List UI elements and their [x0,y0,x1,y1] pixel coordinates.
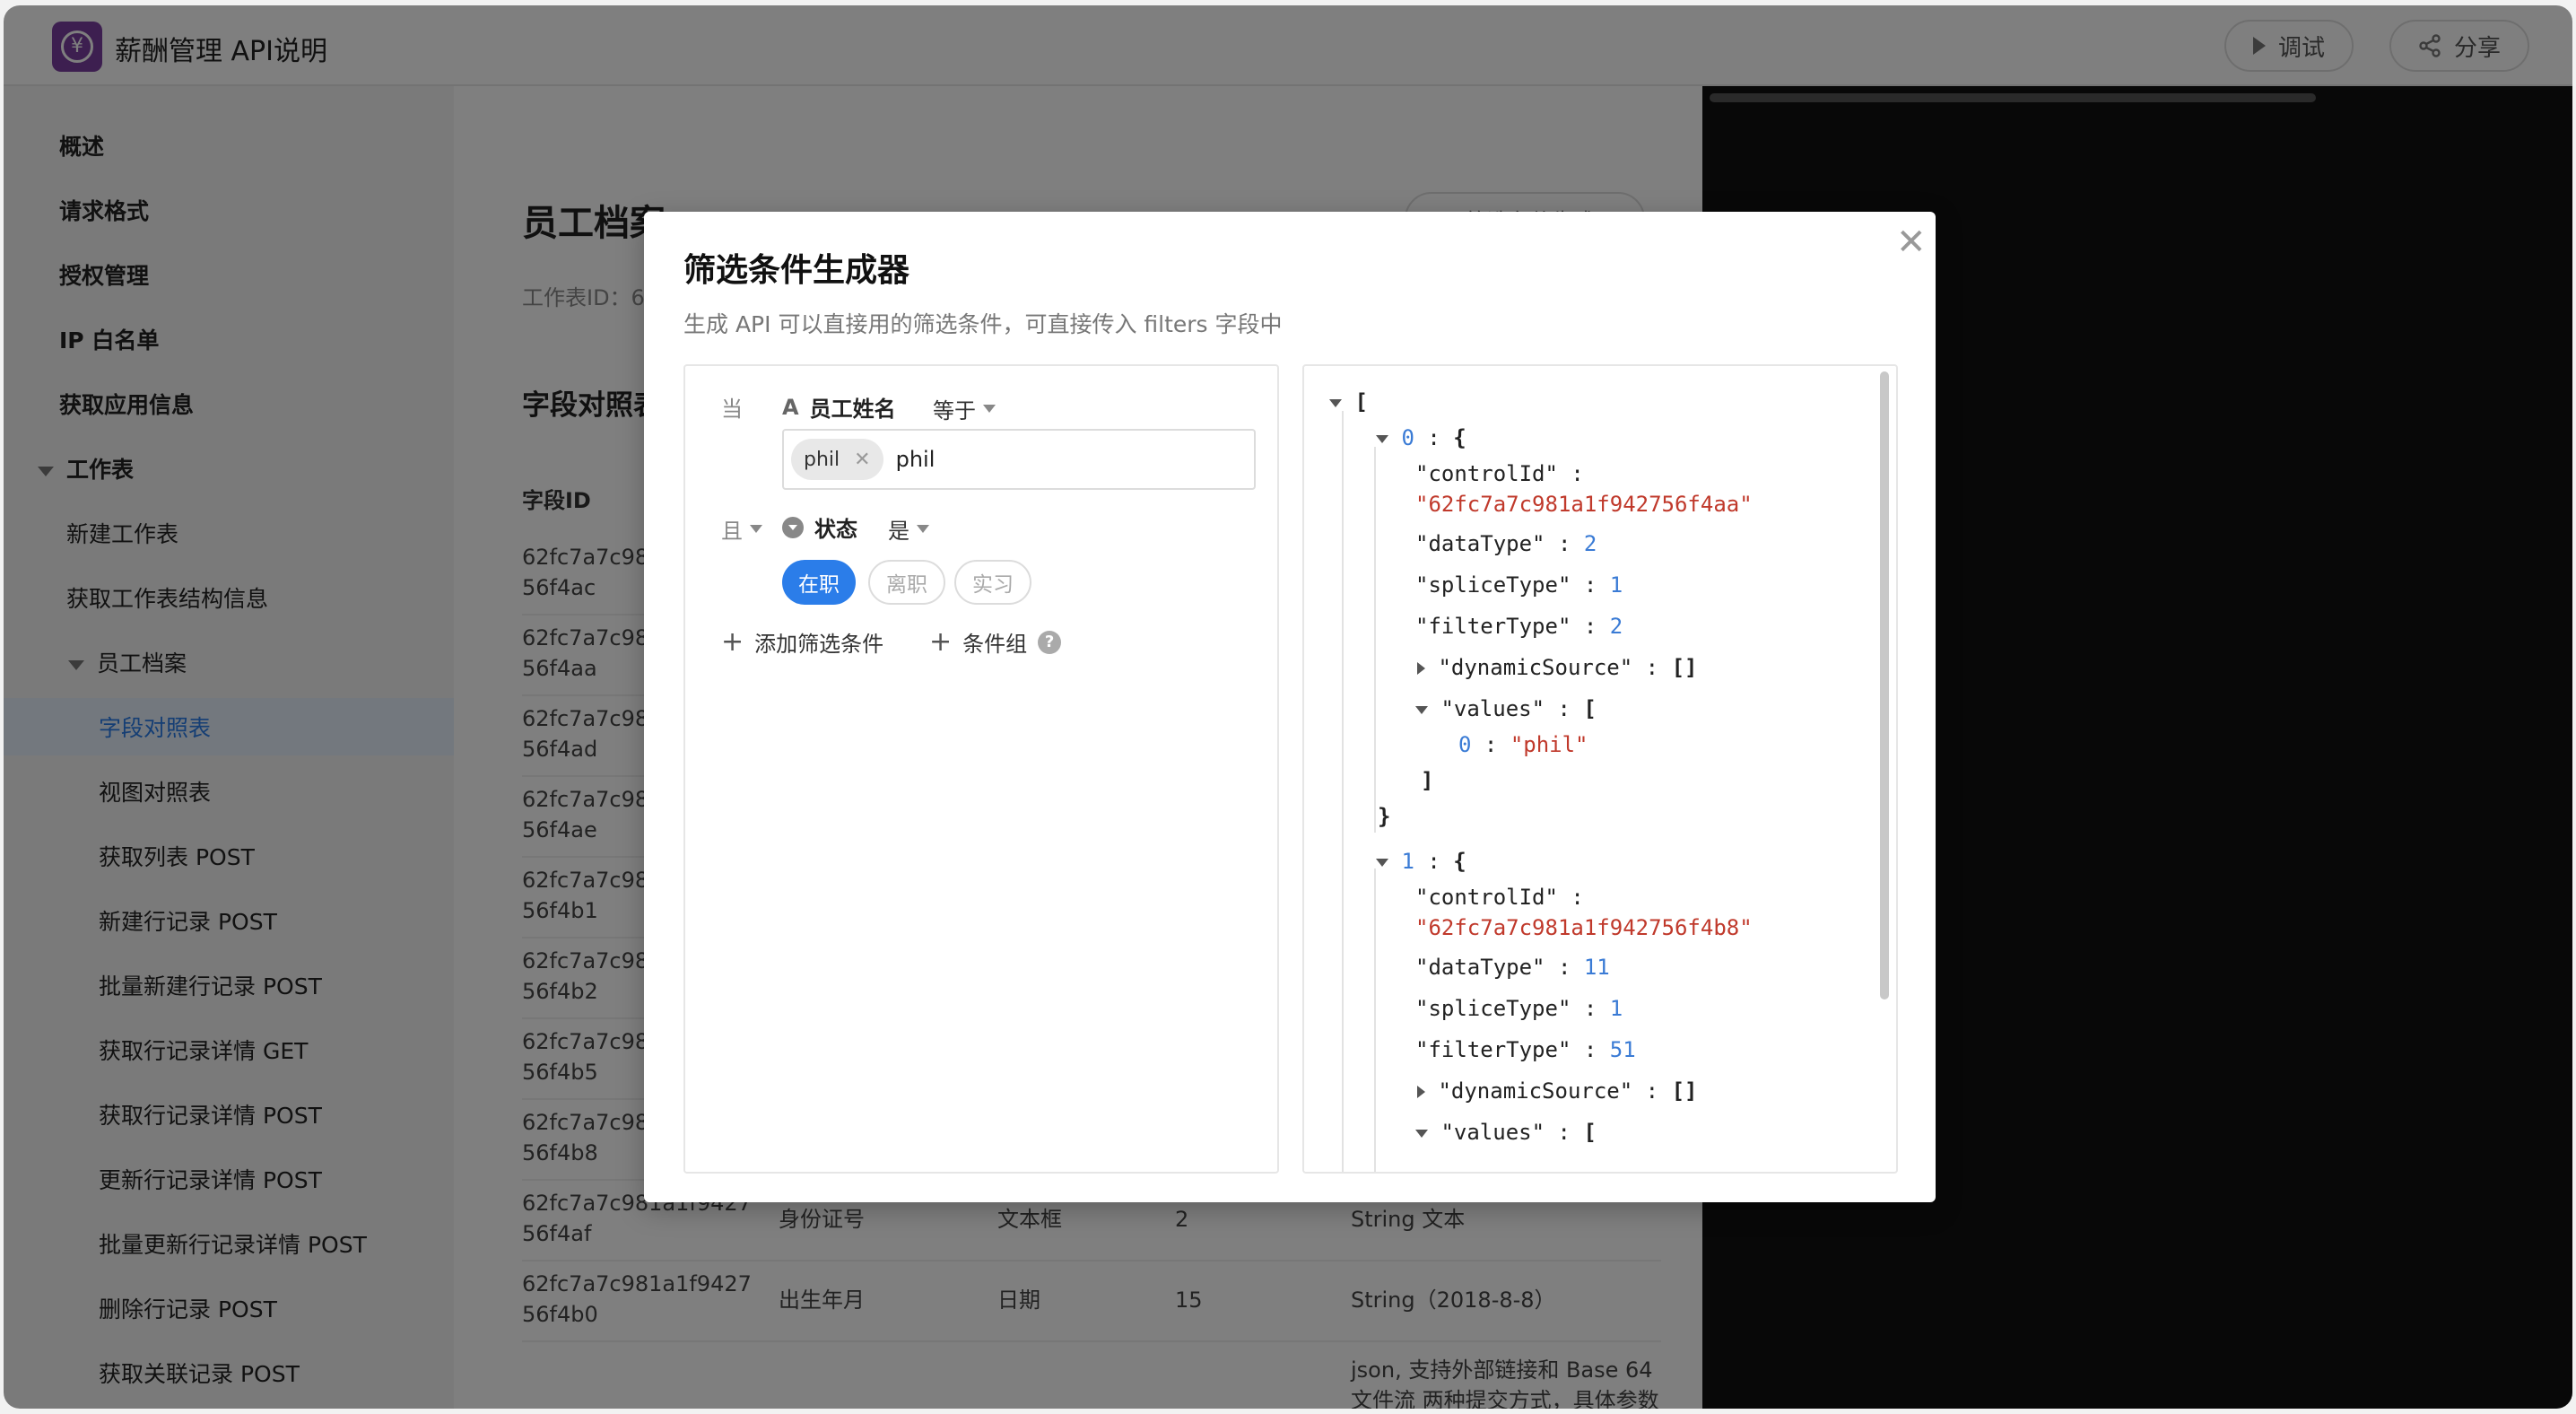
field-name-label: 员工姓名 [809,397,896,422]
text-field-icon: A [782,394,799,420]
filter-generator-dialog: ✕ 筛选条件生成器 生成 API 可以直接用的筛选条件，可直接传入 filter… [644,212,1936,1202]
plus-icon: + [721,625,744,658]
condition-group-button[interactable]: + 条件组 ? [929,625,1062,658]
expand-icon[interactable] [1417,1086,1425,1098]
collapse-icon[interactable] [1376,858,1388,867]
operator-label: 等于 [933,398,976,423]
operator-select[interactable]: 是 [888,513,929,545]
dialog-description: 生成 API 可以直接用的筛选条件，可直接传入 filters 字段中 [683,311,1283,337]
status-option-intern[interactable]: 实习 [954,560,1031,605]
json-preview: [ 0 : { "controlId" : "62fc7a7c981a1f942… [1302,364,1898,1174]
condition-builder: 当 A 员工姓名 等于 phil ✕ phil 且 状态 是 在职 离职 实习 … [683,364,1279,1174]
collapse-icon[interactable] [1376,434,1388,443]
add-condition-button[interactable]: + 添加筛选条件 [721,626,883,658]
status-option-resigned[interactable]: 离职 [868,560,945,605]
operator-label: 是 [888,519,909,544]
close-icon[interactable]: ✕ [1896,224,1927,260]
input-text[interactable]: phil [896,447,936,472]
dialog-title: 筛选条件生成器 [683,252,910,289]
condition-group-label: 条件组 [962,632,1028,657]
screen-frame: ¥ 薪酬管理 API说明 调试 分享 概述 请求格式 授权管理 IP 白名单 获… [0,0,2576,1414]
value-tag-input[interactable]: phil ✕ phil [782,429,1256,490]
field-selector[interactable]: A 员工姓名 [782,391,896,423]
app-window: ¥ 薪酬管理 API说明 调试 分享 概述 请求格式 授权管理 IP 白名单 获… [4,5,2572,1409]
chip-label: phil [804,448,840,471]
close-icon[interactable]: ✕ [854,449,870,471]
collapse-icon[interactable] [1415,705,1428,714]
help-icon[interactable]: ? [1038,630,1062,654]
chevron-down-icon [983,405,996,413]
expand-icon[interactable] [1417,662,1425,675]
status-option-active[interactable]: 在职 [782,560,856,605]
status-field-icon [782,516,804,538]
condition-prefix: 当 [721,397,743,422]
plus-icon: + [929,625,953,658]
collapse-icon[interactable] [1329,398,1342,407]
add-condition-label: 添加筛选条件 [754,632,884,657]
operator-select[interactable]: 等于 [933,393,996,424]
value-chip: phil ✕ [791,439,883,480]
field-selector[interactable]: 状态 [782,511,857,543]
field-name-label: 状态 [814,517,857,542]
collapse-icon[interactable] [1415,1129,1428,1138]
logic-select[interactable]: 且 [721,513,762,545]
chevron-down-icon [917,525,929,533]
json-scrollbar[interactable] [1880,371,1889,999]
logic-label: 且 [721,519,743,544]
chevron-down-icon [750,525,762,533]
